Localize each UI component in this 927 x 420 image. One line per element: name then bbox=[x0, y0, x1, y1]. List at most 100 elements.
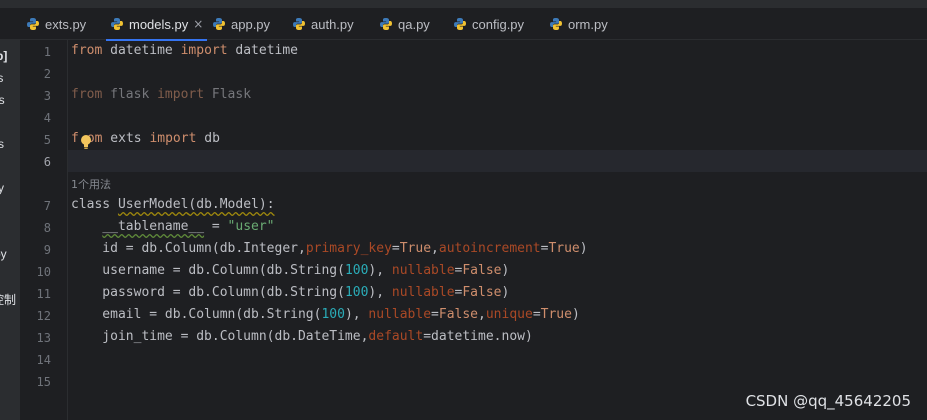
line-number: 4 bbox=[43, 111, 51, 125]
code-text: datetime.now) bbox=[431, 329, 533, 344]
code-text: join_time = db.Column(db.DateTime bbox=[71, 329, 361, 344]
python-file-icon bbox=[111, 18, 123, 30]
string-literal: "user" bbox=[227, 219, 275, 234]
line-number: 15 bbox=[36, 375, 51, 389]
tab-models-py[interactable]: models.py × bbox=[105, 8, 208, 41]
tab-label: orm.py bbox=[568, 16, 608, 32]
keyword: f bbox=[71, 131, 79, 146]
param-name: nullable bbox=[391, 263, 455, 278]
code-text: datetime bbox=[102, 43, 181, 58]
current-line-highlight bbox=[20, 150, 927, 172]
tab-auth-py[interactable]: auth.py bbox=[292, 8, 354, 40]
number-literal: 100 bbox=[344, 263, 369, 278]
code-text: = bbox=[423, 329, 432, 344]
code-line[interactable]: class UserModel(db.Model): bbox=[71, 194, 275, 216]
line-number: 14 bbox=[36, 353, 51, 367]
comma: , bbox=[431, 241, 439, 256]
code-line[interactable]: username = db.Column(db.String(100), nul… bbox=[71, 260, 509, 282]
line-number: 10 bbox=[36, 265, 51, 279]
tab-label: app.py bbox=[231, 16, 271, 32]
line-number: 9 bbox=[43, 243, 51, 257]
tab-qa-py[interactable]: qa.py bbox=[379, 8, 430, 40]
param-name: default bbox=[368, 329, 424, 344]
python-file-icon bbox=[293, 18, 305, 30]
project-item[interactable]: s bbox=[0, 137, 4, 151]
line-number: 8 bbox=[43, 221, 51, 235]
code-text: ) bbox=[571, 307, 580, 322]
comma: , bbox=[478, 307, 486, 322]
line-number: 2 bbox=[43, 67, 51, 81]
tab-app-py[interactable]: app.py bbox=[212, 8, 270, 40]
code-text: ) bbox=[501, 285, 510, 300]
csdn-watermark: CSDN @qq_45642205 bbox=[745, 392, 911, 410]
line-number: 5 bbox=[43, 133, 51, 147]
code-text: ), bbox=[344, 307, 369, 322]
code-text: db bbox=[196, 131, 220, 146]
keyword: False bbox=[462, 285, 502, 300]
code-line[interactable]: email = db.Column(db.String(100), nullab… bbox=[71, 304, 580, 326]
dunder-attribute: __tablename__ bbox=[102, 219, 205, 234]
code-line[interactable]: from flask import Flask bbox=[71, 84, 251, 106]
line-number: 13 bbox=[36, 331, 51, 345]
line-number: 6 bbox=[43, 155, 51, 169]
keyword: import bbox=[157, 87, 205, 102]
code-text: ) bbox=[579, 241, 588, 256]
param-name: primary_key bbox=[305, 241, 392, 256]
line-number: 11 bbox=[36, 287, 51, 301]
keyword: False bbox=[462, 263, 502, 278]
code-text: flask bbox=[102, 87, 158, 102]
class-name: UserModel bbox=[117, 197, 189, 212]
python-file-icon bbox=[213, 18, 225, 30]
project-item[interactable]: py bbox=[0, 247, 7, 261]
code-text: ), bbox=[368, 285, 392, 300]
tab-config-py[interactable]: config.py bbox=[453, 8, 524, 40]
code-text: exts bbox=[102, 131, 150, 146]
keyword: class bbox=[71, 197, 111, 212]
code-line[interactable]: password = db.Column(db.String(100), nul… bbox=[71, 282, 509, 304]
param-name: unique bbox=[485, 307, 533, 322]
top-strip bbox=[0, 0, 927, 8]
python-file-icon bbox=[550, 18, 562, 30]
editor-tab-bar: exts.py models.py × app.py auth.py qa.py… bbox=[0, 8, 927, 41]
code-text: = bbox=[391, 241, 400, 256]
python-file-icon bbox=[380, 18, 392, 30]
keyword: import bbox=[149, 131, 197, 146]
line-number: 12 bbox=[36, 309, 51, 323]
param-name: autoincrement bbox=[438, 241, 541, 256]
param-name: nullable bbox=[391, 285, 455, 300]
code-text: id = db.Column(db.Integer bbox=[71, 241, 298, 256]
line-number: 1 bbox=[43, 45, 51, 59]
code-line[interactable]: id = db.Column(db.Integer,primary_key=Tr… bbox=[71, 238, 588, 260]
keyword: import bbox=[180, 43, 228, 58]
code-text: email = db.Column(db.String( bbox=[71, 307, 322, 322]
code-text: (db.Model): bbox=[188, 197, 275, 212]
close-icon[interactable]: × bbox=[193, 17, 203, 31]
tab-orm-py[interactable]: orm.py bbox=[549, 8, 608, 40]
number-literal: 100 bbox=[321, 307, 345, 322]
project-item[interactable]: p] bbox=[0, 49, 7, 63]
keyword: from bbox=[71, 87, 103, 102]
code-text: datetime bbox=[227, 43, 299, 58]
usage-hint[interactable]: 1个用法 bbox=[71, 176, 111, 192]
lightbulb-icon[interactable] bbox=[80, 134, 92, 150]
code-line[interactable]: __tablename__ = "user" bbox=[71, 216, 275, 238]
project-item[interactable]: ns bbox=[0, 93, 5, 107]
keyword: False bbox=[438, 307, 479, 322]
tab-exts-py[interactable]: exts.py bbox=[26, 8, 86, 40]
code-line[interactable]: from datetime import datetime bbox=[71, 40, 298, 62]
code-text: password = db.Column(db.String( bbox=[71, 285, 345, 300]
tab-label: qa.py bbox=[398, 16, 430, 32]
tab-label: models.py bbox=[129, 16, 189, 32]
code-text: ), bbox=[368, 263, 392, 278]
project-item[interactable]: y bbox=[0, 181, 4, 195]
project-item[interactable]: 控制 bbox=[0, 291, 16, 308]
project-item[interactable]: ts bbox=[0, 71, 3, 85]
python-file-icon bbox=[454, 18, 466, 30]
code-line[interactable]: join_time = db.Column(db.DateTime,defaul… bbox=[71, 326, 533, 348]
code-line[interactable]: f om exts import db bbox=[71, 128, 220, 150]
tab-label: exts.py bbox=[45, 16, 87, 32]
tab-label: auth.py bbox=[311, 16, 354, 32]
project-tool-panel[interactable]: p] ts ns s y py 控制 bbox=[0, 40, 20, 420]
